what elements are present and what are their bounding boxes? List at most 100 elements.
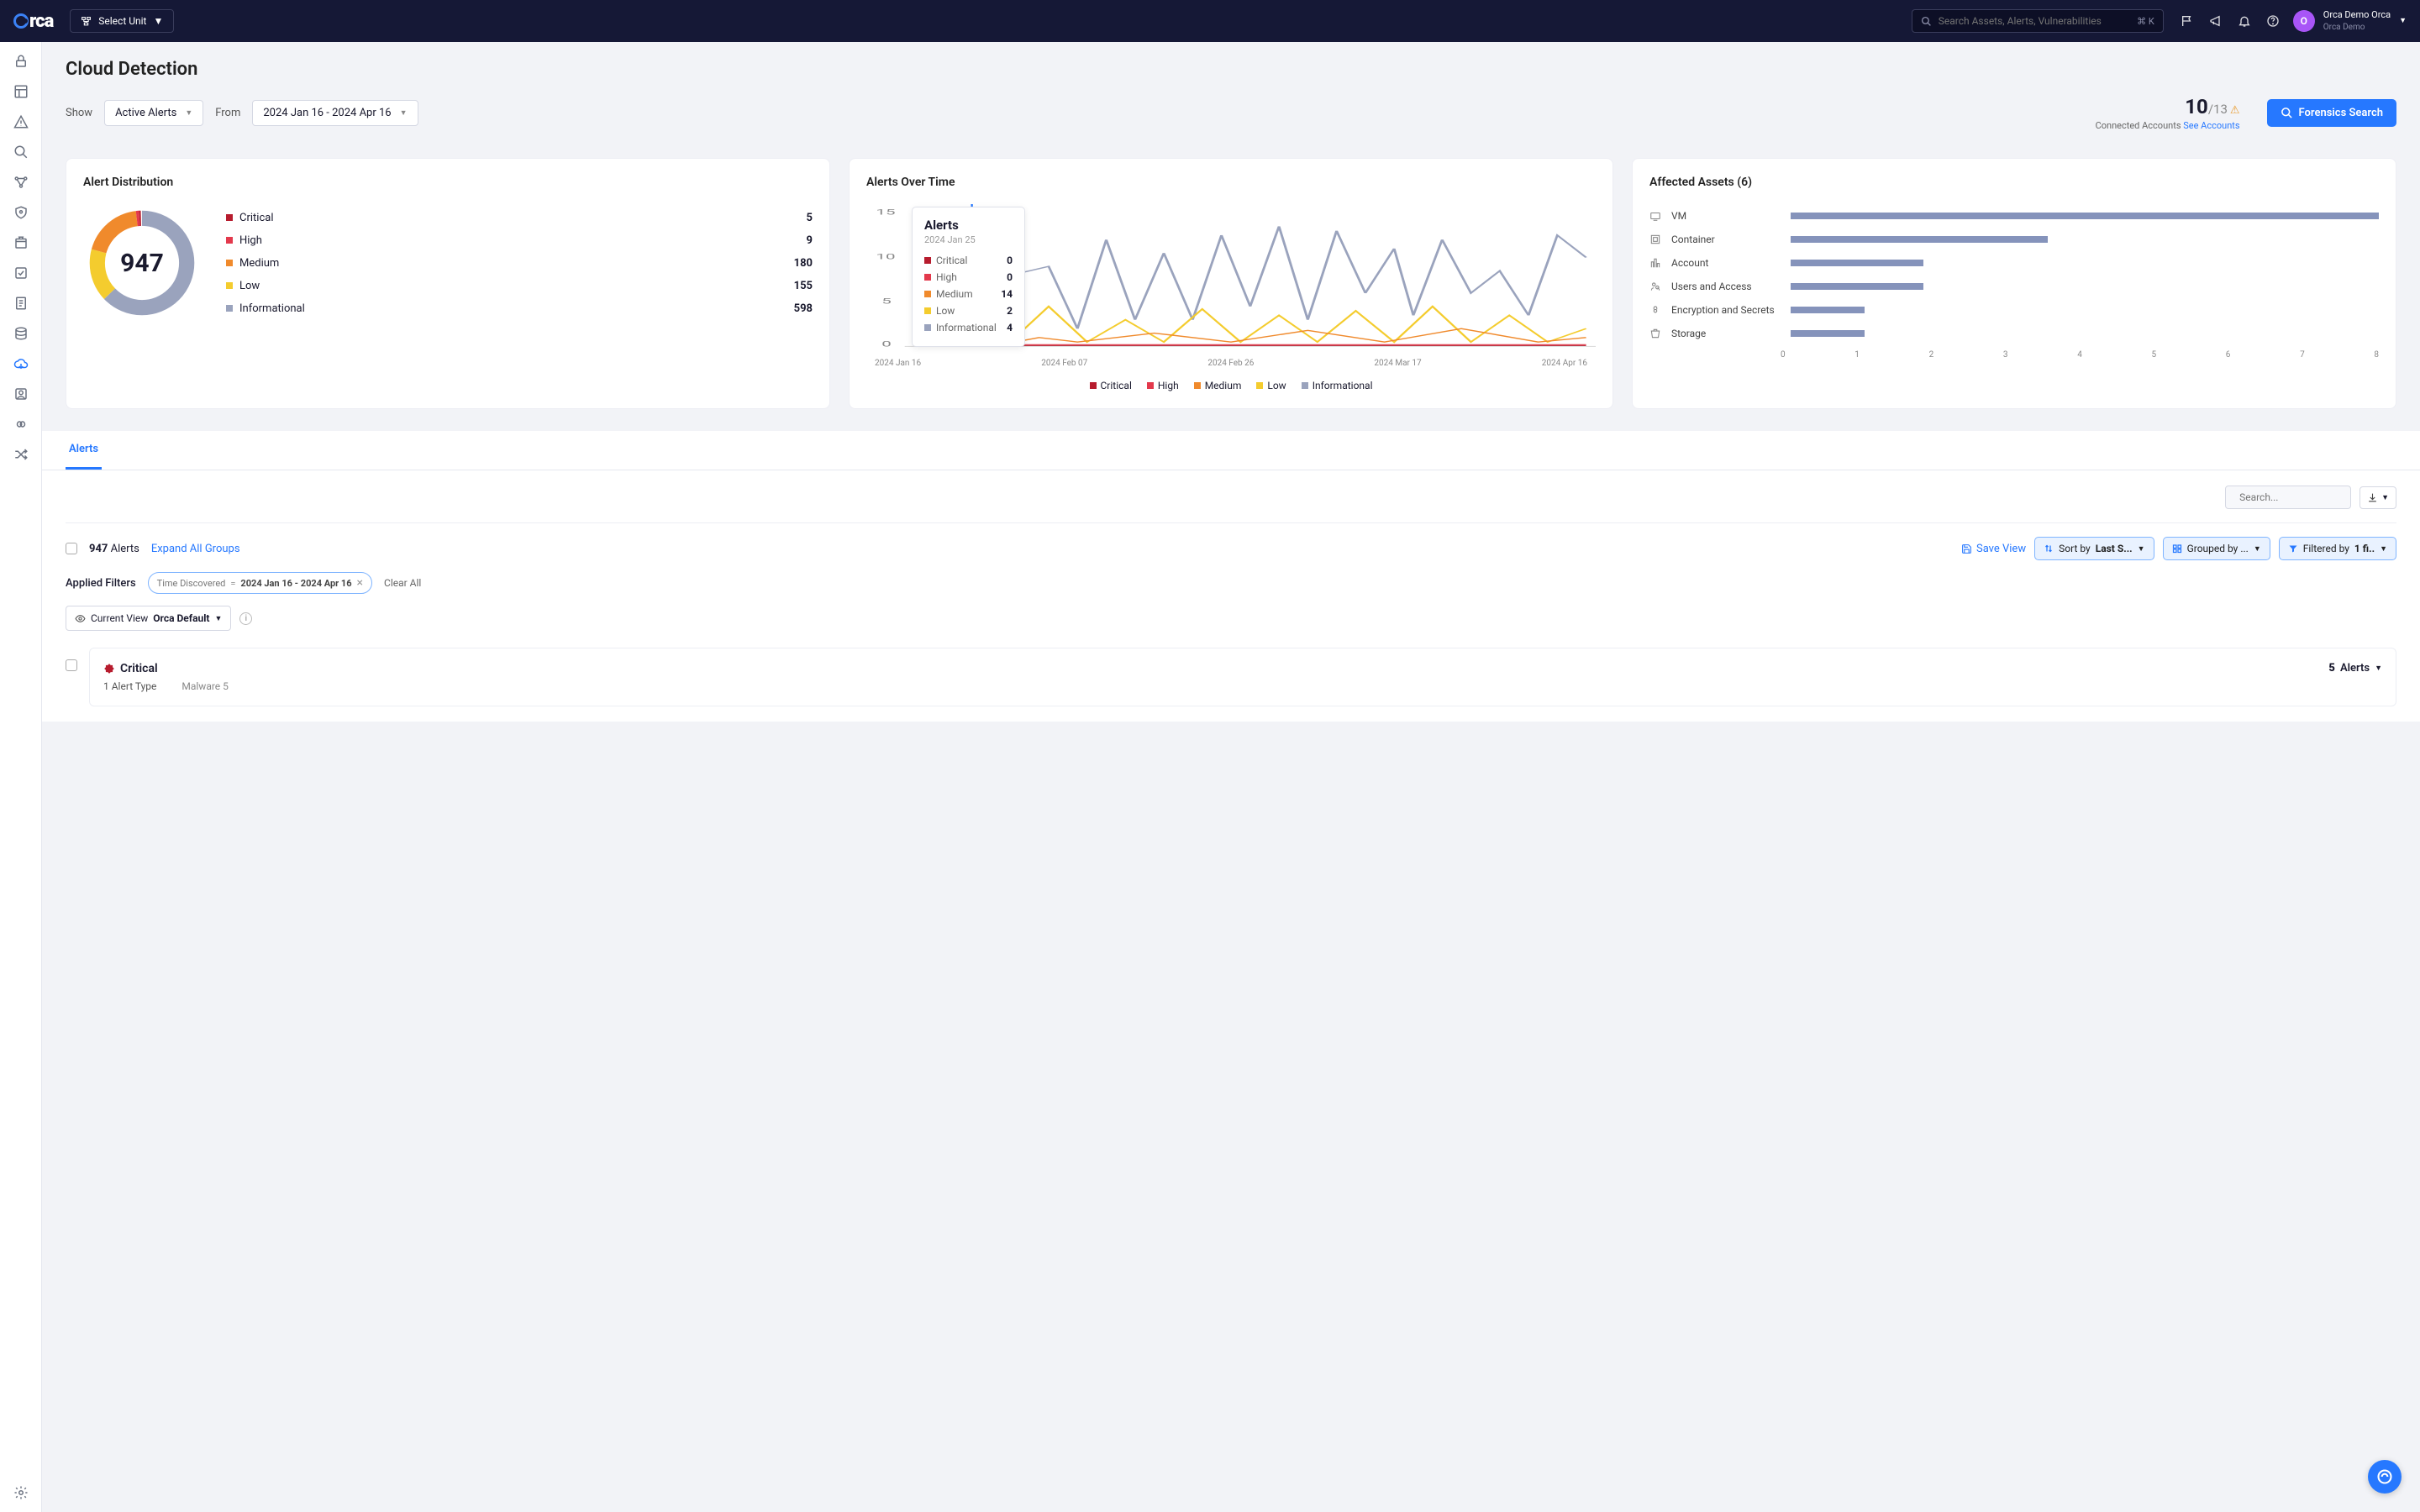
search-input[interactable]	[1939, 15, 2130, 27]
nav-check-icon[interactable]	[13, 265, 29, 281]
legend-item[interactable]: Low	[1256, 380, 1286, 391]
save-view-button[interactable]: Save View	[1961, 543, 2026, 555]
nav-alert-icon[interactable]	[13, 114, 29, 129]
nav-shield-icon[interactable]	[13, 205, 29, 220]
legend-item[interactable]: Medium	[1194, 380, 1242, 391]
nav-settings-icon[interactable]	[13, 1485, 29, 1500]
chat-fab[interactable]	[2368, 1460, 2402, 1494]
bar-row[interactable]: Account	[1649, 251, 2379, 275]
flag-icon[interactable]	[2181, 14, 2194, 28]
nav-user-icon[interactable]	[13, 386, 29, 402]
alert-group-row[interactable]: Critical 1 Alert Type Malware 5 5 Alerts…	[89, 648, 2396, 706]
chat-icon	[2376, 1468, 2393, 1485]
nav-graph-icon[interactable]	[13, 175, 29, 190]
group-checkbox[interactable]	[66, 659, 77, 671]
group-severity: Critical	[120, 662, 158, 675]
sort-value: Last S...	[2096, 543, 2133, 554]
info-icon[interactable]: i	[239, 612, 252, 625]
legend-item[interactable]: Informational598	[226, 297, 813, 320]
nav-report-icon[interactable]	[13, 296, 29, 311]
from-dropdown[interactable]: 2024 Jan 16 - 2024 Apr 16▼	[252, 100, 418, 126]
help-icon[interactable]	[2266, 14, 2280, 28]
bar-label: Account	[1671, 257, 1781, 269]
group-malware: Malware 5	[182, 680, 229, 692]
asset-type-icon	[1649, 281, 1661, 292]
group-button[interactable]: Grouped by ... ▼	[2163, 537, 2270, 560]
list-search-input[interactable]	[2239, 491, 2370, 503]
download-button[interactable]: ▼	[2360, 486, 2396, 509]
legend-label: Critical	[239, 212, 273, 224]
legend-item[interactable]: Informational	[1302, 380, 1373, 391]
save-view-label: Save View	[1976, 543, 2026, 555]
side-nav	[0, 42, 42, 1512]
user-menu[interactable]: O Orca Demo Orca Orca Demo ▼	[2293, 9, 2407, 32]
announce-icon[interactable]	[2209, 14, 2223, 28]
avatar: O	[2293, 10, 2315, 32]
nav-database-icon[interactable]	[13, 326, 29, 341]
filter-chip[interactable]: Time Discovered = 2024 Jan 16 - 2024 Apr…	[148, 572, 372, 594]
caret-down-icon: ▼	[2375, 664, 2382, 673]
accounts-total: /13	[2208, 102, 2228, 117]
bell-icon[interactable]	[2238, 14, 2251, 28]
bar-row[interactable]: Container	[1649, 228, 2379, 251]
bar-row[interactable]: VM	[1649, 204, 2379, 228]
save-icon	[1961, 543, 1972, 554]
sort-button[interactable]: Sort by Last S... ▼	[2034, 537, 2154, 560]
nav-dashboard-icon[interactable]	[13, 84, 29, 99]
clear-all-link[interactable]: Clear All	[384, 577, 421, 589]
global-search[interactable]: ⌘ K	[1912, 9, 2164, 33]
bar-row[interactable]: Storage	[1649, 322, 2379, 345]
nav-shuffle-icon[interactable]	[13, 447, 29, 462]
count-number: 947	[89, 543, 108, 555]
card-title: Alert Distribution	[83, 176, 813, 189]
nav-cloud-icon[interactable]	[13, 356, 29, 371]
show-dropdown[interactable]: Active Alerts▼	[104, 100, 203, 126]
bar-row[interactable]: Users and Access	[1649, 275, 2379, 298]
group-count[interactable]: 5 Alerts ▼	[2328, 662, 2382, 675]
group-count-label: Alerts	[2340, 662, 2370, 675]
asset-type-icon	[1649, 210, 1661, 222]
legend-item[interactable]: Critical 5	[226, 207, 813, 229]
forensics-search-button[interactable]: Forensics Search	[2267, 99, 2396, 127]
legend-label: High	[239, 234, 262, 247]
nav-package-icon[interactable]	[13, 235, 29, 250]
legend-item[interactable]: Medium180	[226, 252, 813, 275]
alert-distribution-card: Alert Distribution 947 Critical	[66, 158, 830, 409]
current-view-dropdown[interactable]: Current View Orca Default ▼	[66, 606, 231, 631]
count-label: Alerts	[108, 543, 139, 555]
nav-search-icon[interactable]	[13, 144, 29, 160]
bar-row[interactable]: Encryption and Secrets	[1649, 298, 2379, 322]
tab-alerts[interactable]: Alerts	[66, 431, 102, 470]
legend-item[interactable]: Critical	[1090, 380, 1132, 391]
nav-infinity-icon[interactable]	[13, 417, 29, 432]
x-axis-labels: 012345678	[1649, 350, 2379, 360]
list-search[interactable]	[2225, 486, 2351, 509]
affected-assets-card: Affected Assets (6) VMContainerAccountUs…	[1632, 158, 2396, 409]
applied-filters-label: Applied Filters	[66, 577, 136, 590]
connected-accounts: 10/13⚠ Connected Accounts See Accounts	[2096, 95, 2240, 131]
select-all-checkbox[interactable]	[66, 543, 77, 554]
legend-value: 5	[807, 212, 813, 224]
page-title: Cloud Detection	[66, 59, 2396, 80]
legend-item[interactable]: High	[1147, 380, 1179, 391]
asset-type-icon	[1649, 304, 1661, 316]
chart-tooltip: Alerts 2024 Jan 25 Critical0High0Medium1…	[912, 207, 1025, 347]
unit-selector[interactable]: Select Unit ▼	[70, 9, 174, 33]
current-view-value: Orca Default	[153, 612, 209, 624]
expand-all-link[interactable]: Expand All Groups	[151, 543, 240, 555]
caret-down-icon: ▼	[2254, 544, 2261, 554]
remove-filter-icon[interactable]: ×	[357, 576, 363, 590]
nav-lock-icon[interactable]	[13, 54, 29, 69]
donut-total: 947	[83, 204, 201, 322]
legend-item[interactable]: Low155	[226, 275, 813, 297]
filter-button[interactable]: Filtered by 1 fi.. ▼	[2279, 537, 2396, 560]
asset-type-icon	[1649, 328, 1661, 339]
tooltip-title: Alerts	[924, 218, 1013, 233]
see-accounts-link[interactable]: See Accounts	[2183, 120, 2239, 131]
bar-label: Storage	[1671, 328, 1781, 339]
svg-text:0: 0	[881, 339, 892, 348]
user-text: Orca Demo Orca Orca Demo	[2323, 9, 2391, 32]
caret-down-icon: ▼	[2380, 544, 2387, 554]
legend-item[interactable]: High9	[226, 229, 813, 252]
tooltip-date: 2024 Jan 25	[924, 234, 1013, 245]
